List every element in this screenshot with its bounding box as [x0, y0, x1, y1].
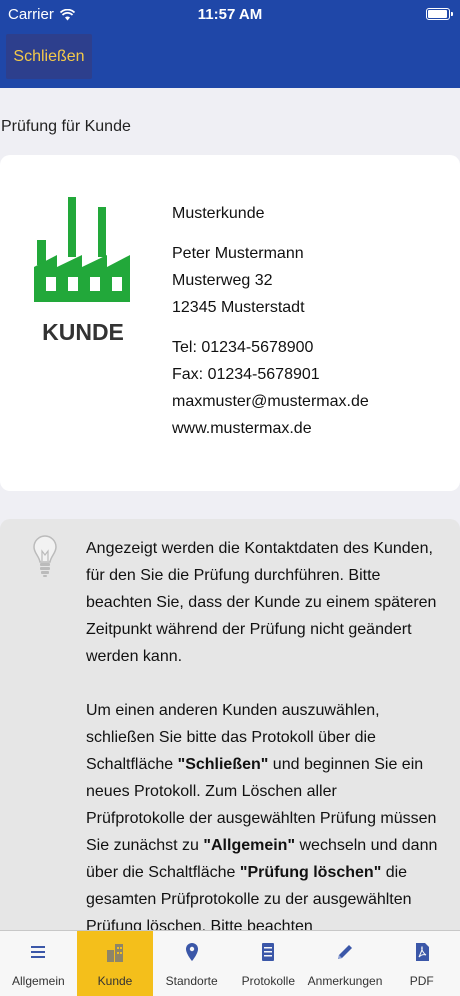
tab-allgemein[interactable]: Allgemein: [0, 931, 77, 996]
tab-label: Allgemein: [11, 974, 65, 988]
close-button[interactable]: Schließen: [6, 34, 92, 79]
navigation-bar: Schließen: [0, 30, 460, 88]
battery-icon: [426, 8, 453, 20]
list-icon: [31, 946, 46, 958]
tab-label: Anmerkungen: [307, 974, 383, 988]
status-time: 11:57 AM: [197, 6, 263, 23]
lightbulb-icon: [33, 535, 57, 577]
customer-card: KUNDE Musterkunde Peter Mustermann Muste…: [0, 155, 460, 491]
tab-bar: Allgemein Kunde Standorte Protokolle Anm…: [0, 930, 460, 996]
status-bar: Carrier 11:57 AM: [0, 0, 460, 30]
hint-paragraph-2: Um einen anderen Kunden auszuwählen, sch…: [86, 702, 438, 935]
hint-card: Angezeigt werden die Kontaktdaten des Ku…: [0, 519, 460, 939]
section-title: Prüfung für Kunde: [1, 118, 131, 135]
tab-anmerkungen[interactable]: Anmerkungen: [307, 931, 384, 996]
contact-person: Peter Mustermann: [172, 245, 304, 262]
website: www.mustermax.de: [172, 420, 312, 437]
tab-kunde[interactable]: Kunde: [76, 931, 154, 996]
location-pin-icon: [185, 943, 198, 961]
phone: Tel: 01234-5678900: [172, 339, 314, 356]
pencil-icon: [338, 945, 353, 959]
hint-paragraph-1: Angezeigt werden die Kontaktdaten des Ku…: [86, 540, 437, 665]
tab-label: Standorte: [165, 974, 218, 988]
hint-text: Angezeigt werden die Kontaktdaten des Ku…: [86, 535, 438, 939]
tab-label: Kunde: [97, 974, 133, 988]
city: 12345 Musterstadt: [172, 299, 305, 316]
logo-text: KUNDE: [42, 319, 124, 345]
pdf-icon: [415, 943, 429, 961]
tab-standorte[interactable]: Standorte: [153, 931, 230, 996]
building-icon: [107, 944, 123, 962]
tab-protokolle[interactable]: Protokolle: [230, 931, 307, 996]
tab-pdf[interactable]: PDF: [383, 931, 460, 996]
fax: Fax: 01234-5678901: [172, 366, 320, 383]
customer-logo-icon: KUNDE: [34, 197, 130, 345]
tab-label: PDF: [409, 974, 434, 988]
contact-details: Musterkunde Peter Mustermann Musterweg 3…: [172, 200, 369, 442]
document-icon: [262, 943, 275, 961]
email: maxmuster@mustermax.de: [172, 393, 369, 410]
customer-name: Musterkunde: [172, 205, 265, 222]
tab-label: Protokolle: [241, 974, 296, 988]
street: Musterweg 32: [172, 272, 273, 289]
